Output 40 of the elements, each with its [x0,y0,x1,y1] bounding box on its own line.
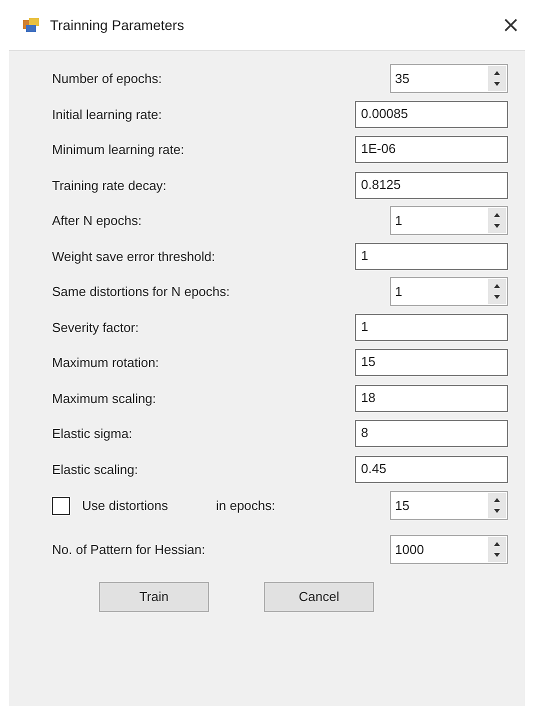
text-field[interactable]: 1 [355,314,508,341]
spin-field[interactable]: 35 [390,64,508,94]
field-label: Number of epochs: [52,71,162,86]
field-label: After N epochs: [52,213,142,228]
spin-arrows-icon[interactable] [488,537,506,562]
field-label: Same distortions for N epochs: [52,284,230,300]
field-label: Weight save error threshold: [52,248,216,264]
spin-field[interactable]: 1000 [390,535,508,564]
text-field[interactable]: 0.45 [355,456,508,483]
field-label: Initial learning rate: [52,106,162,122]
spin-field[interactable]: 1 [390,277,508,306]
spin-arrows-icon[interactable] [488,208,506,234]
field-label: Elastic sigma: [52,426,132,442]
text-field[interactable]: 1E-06 [355,136,508,164]
spin-field[interactable]: 1 [390,206,508,236]
text-field[interactable]: 15 [355,349,508,376]
field-label: Maximum scaling: [52,390,156,406]
spin-arrows-icon[interactable] [488,493,506,518]
spin-field[interactable]: 15 [390,491,508,520]
field-label: Elastic scaling: [52,462,138,477]
close-button[interactable]: × [498,12,524,38]
text-field[interactable]: 0.8125 [355,172,508,199]
field-label: Maximum rotation: [52,355,159,370]
dialog-button[interactable]: Cancel [264,582,374,612]
text-field[interactable]: 1 [355,242,508,270]
app-icon [22,17,40,33]
field-label: in epochs: [216,498,276,513]
field-label: Training rate decay: [52,178,166,193]
field-label: Severity factor: [52,320,139,335]
dialog-button[interactable]: Train [99,582,209,612]
checkbox-label[interactable]: Use distortions [82,498,168,513]
field-label: Minimum learning rate: [52,142,184,158]
checkbox[interactable] [52,496,70,514]
spin-arrows-icon[interactable] [488,66,506,92]
window-title: Trainning Parameters [50,17,184,33]
text-field[interactable]: 0.00085 [355,100,508,128]
spin-arrows-icon[interactable] [488,279,506,304]
text-field[interactable]: 8 [355,420,508,448]
field-label: No. of Pattern for Hessian: [52,542,206,558]
text-field[interactable]: 18 [355,384,508,412]
